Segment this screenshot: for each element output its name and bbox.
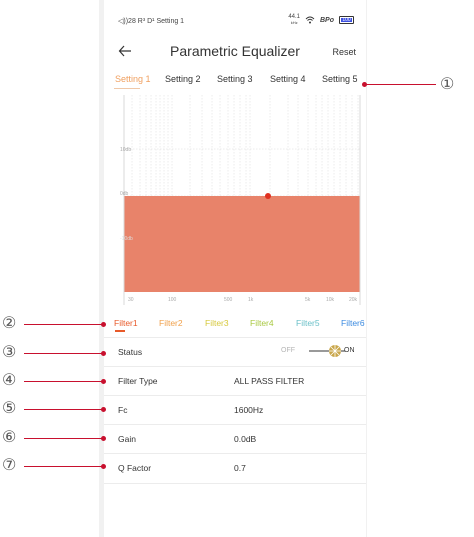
q-factor-label: Q Factor <box>118 463 152 473</box>
battery-icon: 100 <box>339 16 354 24</box>
status-bar-left: ◁))28 R³ D¹ Setting 1 <box>118 18 185 25</box>
eq-response-fill <box>124 196 360 292</box>
codec-badge: BPo <box>320 16 334 24</box>
tab-setting-5[interactable]: Setting 5 <box>322 74 358 84</box>
filter-type-label: Filter Type <box>118 376 158 386</box>
tab-filter-4[interactable]: Filter4 <box>250 318 274 328</box>
x-tick-label: 1k <box>248 297 254 303</box>
active-tab-indicator <box>114 88 140 89</box>
status-label: Status <box>118 347 143 357</box>
tab-filter-6[interactable]: Filter6 <box>341 318 365 328</box>
status-off-label: OFF <box>281 347 295 354</box>
callout-number: ② <box>2 315 17 332</box>
callout-line <box>24 381 104 382</box>
callout-line <box>24 438 104 439</box>
gain-row[interactable]: Gain 0.0dB <box>104 424 366 454</box>
tab-setting-4[interactable]: Setting 4 <box>270 74 306 84</box>
tab-filter-1[interactable]: Filter1 <box>114 318 138 328</box>
battery-level: 100 <box>342 17 351 23</box>
callout-line <box>24 353 104 354</box>
eq-control-point[interactable] <box>265 193 271 199</box>
callout-number: ⑦ <box>2 457 17 474</box>
gain-value[interactable]: 0.0dB <box>234 434 256 444</box>
active-filter-indicator <box>115 330 125 332</box>
wifi-icon <box>305 16 315 24</box>
filter-type-row[interactable]: Filter Type ALL PASS FILTER <box>104 366 366 396</box>
fc-row[interactable]: Fc 1600Hz <box>104 395 366 425</box>
callout-number: ③ <box>2 344 17 361</box>
callout-dot <box>101 379 106 384</box>
callout-line <box>24 409 104 410</box>
status-bar: ◁))28 R³ D¹ Setting 1 44.1 kHz BPo 100 <box>118 14 354 29</box>
callout-dot <box>101 351 106 356</box>
status-on-label: ON <box>344 347 355 354</box>
callout-line <box>24 466 104 467</box>
callout-dot <box>101 464 106 469</box>
title-bar: Parametric Equalizer Reset <box>104 40 366 62</box>
x-tick-label: 30 <box>128 297 134 303</box>
gain-label: Gain <box>118 434 136 444</box>
tab-filter-2[interactable]: Filter2 <box>159 318 183 328</box>
status-toggle[interactable] <box>309 344 345 358</box>
fc-label: Fc <box>118 405 128 415</box>
tab-filter-3[interactable]: Filter3 <box>205 318 229 328</box>
y-tick-label: 0db <box>120 191 129 197</box>
tab-setting-1[interactable]: Setting 1 <box>115 74 151 84</box>
fc-value[interactable]: 1600Hz <box>234 405 263 415</box>
callout-number: ⑤ <box>2 400 17 417</box>
reset-button[interactable]: Reset <box>332 47 356 57</box>
x-tick-label: 10k <box>326 297 335 303</box>
callout-number: ① <box>440 76 455 93</box>
y-tick-label: -10db <box>120 236 133 242</box>
filter-type-value[interactable]: ALL PASS FILTER <box>234 376 304 386</box>
filter-tabs: Filter1 Filter2 Filter3 Filter4 Filter5 … <box>104 318 366 334</box>
q-factor-value[interactable]: 0.7 <box>234 463 246 473</box>
tab-setting-2[interactable]: Setting 2 <box>165 74 201 84</box>
callout-line <box>366 84 436 85</box>
status-row: Status OFF ON <box>104 337 366 367</box>
callout-number: ④ <box>2 372 17 389</box>
callout-dot <box>101 407 106 412</box>
sample-rate: 44.1 kHz <box>288 14 300 26</box>
x-tick-label: 20k <box>349 297 358 303</box>
x-tick-label: 5k <box>305 297 311 303</box>
settings-tabs: Setting 1 Setting 2 Setting 3 Setting 4 … <box>111 74 363 89</box>
x-tick-label: 500 <box>224 297 233 303</box>
sample-rate-unit: kHz <box>290 20 298 25</box>
tab-filter-5[interactable]: Filter5 <box>296 318 320 328</box>
callout-line <box>24 324 104 325</box>
callout-dot <box>101 436 106 441</box>
x-tick-label: 100 <box>168 297 177 303</box>
tab-setting-3[interactable]: Setting 3 <box>217 74 253 84</box>
eq-curve-chart[interactable]: 10db 0db -10db 30 100 500 1k 5k 10k 20k <box>120 95 365 305</box>
q-factor-row[interactable]: Q Factor 0.7 <box>104 453 366 484</box>
y-tick-label: 10db <box>120 147 131 153</box>
callout-number: ⑥ <box>2 429 17 446</box>
callout-dot <box>101 322 106 327</box>
page-title: Parametric Equalizer <box>170 43 300 59</box>
